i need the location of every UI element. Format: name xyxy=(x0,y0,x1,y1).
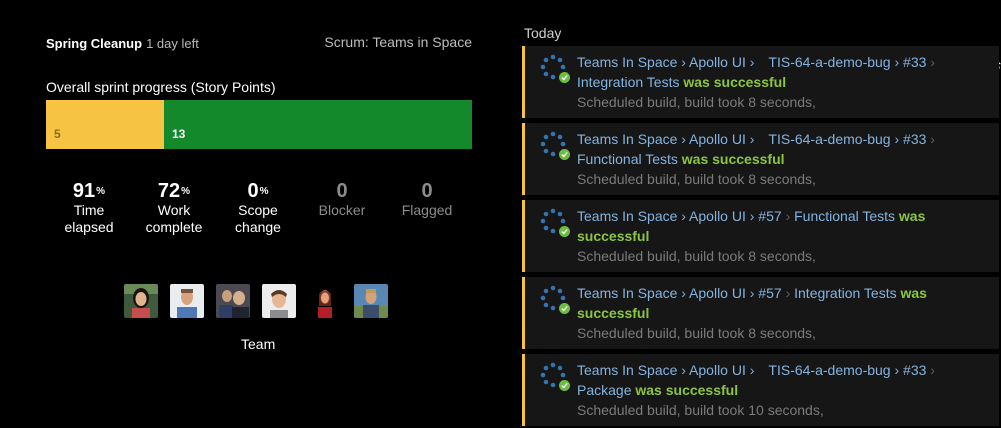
team-member-avatar[interactable] xyxy=(262,284,296,318)
success-check-icon xyxy=(559,303,570,314)
build-breadcrumb[interactable]: Teams In Space › Apollo UI › xyxy=(577,131,754,147)
build-job-link[interactable]: Integration Tests xyxy=(577,74,679,90)
build-card[interactable]: Teams In Space › Apollo UI › #57 › Funct… xyxy=(522,200,999,272)
build-meta: Scheduled build, build took 8 seconds, xyxy=(577,171,816,187)
team-member-avatar[interactable] xyxy=(308,284,342,318)
progress-segment-done: 13 xyxy=(164,100,472,149)
build-job-link[interactable]: Functional Tests xyxy=(794,208,895,224)
build-card[interactable]: Teams In Space › Apollo UI › TIS-64-a-dem… xyxy=(522,46,999,118)
build-meta: Scheduled build, build took 8 seconds, xyxy=(577,325,816,341)
success-check-icon xyxy=(559,149,570,160)
build-status: was successful xyxy=(683,74,787,90)
build-meta: Scheduled build, build took 8 seconds, xyxy=(577,94,816,110)
team-member-avatar[interactable] xyxy=(124,284,158,318)
build-breadcrumb[interactable]: Teams In Space › Apollo UI › xyxy=(577,54,754,70)
success-check-icon xyxy=(559,226,570,237)
build-status: was successful xyxy=(635,382,739,398)
build-activity-panel: Today Teams In Space › Apollo UI › TIS-64… xyxy=(509,16,1001,428)
build-meta: Scheduled build, build took 10 seconds, xyxy=(577,402,824,418)
stat-blocker: 0 Blocker xyxy=(318,180,366,218)
build-status-cont: successful xyxy=(577,305,650,321)
build-status: was xyxy=(900,285,927,301)
build-breadcrumb-plan[interactable]: TIS-64-a-demo-bug › #33 xyxy=(768,131,926,147)
build-status: was successful xyxy=(681,151,785,167)
build-status-cont: successful xyxy=(577,228,650,244)
build-breadcrumb[interactable]: Teams In Space › Apollo UI › #57 xyxy=(577,208,782,224)
build-meta: Scheduled build, build took 8 seconds, xyxy=(577,248,816,264)
build-card[interactable]: Teams In Space › Apollo UI › #57 › Integ… xyxy=(522,277,999,349)
wallboard: Spring Cleanup 1 day left Scrum: Teams in… xyxy=(0,0,1001,428)
build-breadcrumb[interactable]: Teams In Space › Apollo UI › xyxy=(577,362,754,378)
build-job-link[interactable]: Package xyxy=(577,382,631,398)
progress-segment-todo: 5 xyxy=(46,100,164,149)
board-name: Scrum: Teams in Space xyxy=(324,34,472,50)
build-job-link[interactable]: Integration Tests xyxy=(794,285,896,301)
sprint-title: Spring Cleanup 1 day left xyxy=(46,36,199,51)
success-check-icon xyxy=(559,380,570,391)
build-breadcrumb-plan[interactable]: TIS-64-a-demo-bug › #33 xyxy=(768,54,926,70)
sprint-health-panel: Spring Cleanup 1 day left Scrum: Teams in… xyxy=(8,12,500,428)
stat-work-complete: 72% Work complete xyxy=(145,180,203,235)
build-job-link[interactable]: Functional Tests xyxy=(577,151,678,167)
build-breadcrumb[interactable]: Teams In Space › Apollo UI › #57 xyxy=(577,285,782,301)
stat-scope-change: 0% Scope change xyxy=(235,180,281,235)
build-status: was xyxy=(898,208,926,224)
done-points: 13 xyxy=(172,127,186,141)
success-check-icon xyxy=(559,72,570,83)
team-member-avatar[interactable] xyxy=(354,284,388,318)
sprint-stats: 91% Time elapsed 72% Work complete 0% Sc… xyxy=(46,180,486,250)
build-card[interactable]: Teams In Space › Apollo UI › TIS-64-a-dem… xyxy=(522,123,999,195)
build-breadcrumb-plan[interactable]: TIS-64-a-demo-bug › #33 xyxy=(768,362,926,378)
team-section: Team xyxy=(123,284,403,352)
team-member-avatar[interactable] xyxy=(170,284,204,318)
feed-heading: Today xyxy=(524,25,562,41)
team-label: Team xyxy=(241,336,276,352)
build-card[interactable]: Teams In Space › Apollo UI › TIS-64-a-dem… xyxy=(522,354,999,426)
sprint-progress-bar: 5 13 xyxy=(46,100,472,149)
days-left: 1 day left xyxy=(146,36,199,51)
stat-flagged: 0 Flagged xyxy=(401,180,453,218)
team-member-avatar[interactable] xyxy=(216,284,250,318)
stat-time-elapsed: 91% Time elapsed xyxy=(64,180,114,235)
todo-points: 5 xyxy=(54,127,61,141)
progress-title: Overall sprint progress (Story Points) xyxy=(46,79,276,95)
